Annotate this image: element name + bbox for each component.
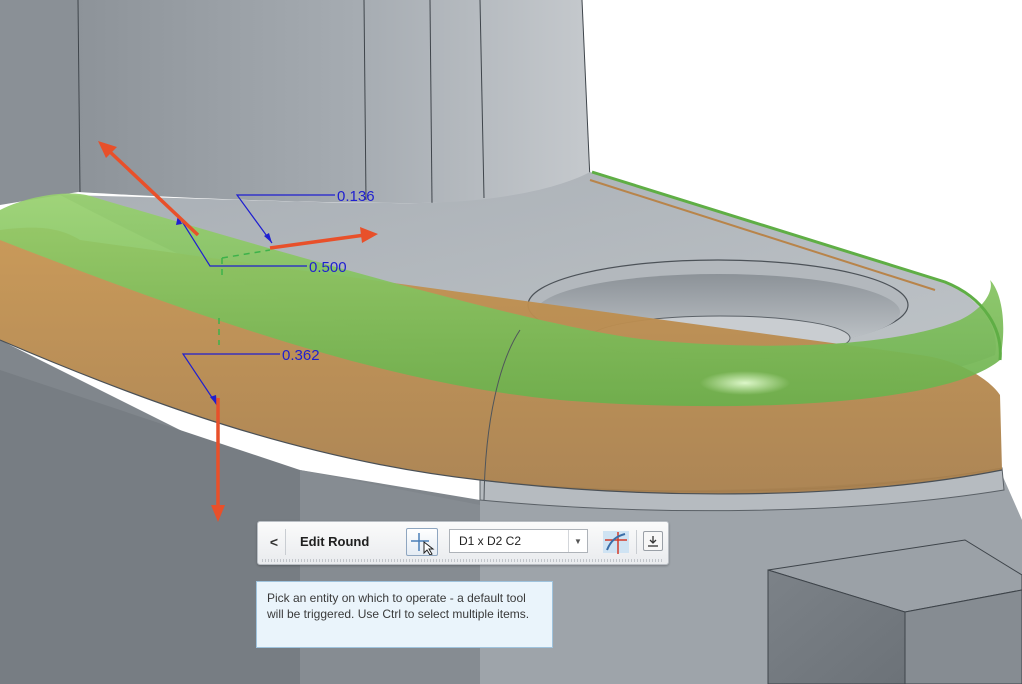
download-arrow-icon [648, 536, 658, 547]
dropdown-arrow-icon: ▼ [568, 530, 587, 552]
part-step-face [300, 470, 480, 684]
tower-cylinder [78, 0, 590, 203]
toolbar-grip[interactable] [262, 559, 664, 562]
round-transition-icon [603, 531, 629, 554]
dimension-d2-label[interactable]: 0.500 [309, 259, 347, 276]
toolbar-separator [636, 530, 637, 554]
expand-options-button[interactable] [643, 531, 663, 551]
round-highlight [700, 371, 790, 395]
back-button[interactable]: < [263, 529, 286, 555]
pick-cursor-icon [411, 533, 435, 556]
round-type-dropdown[interactable]: D1 x D2 C2 ▼ [449, 529, 588, 553]
round-type-value: D1 x D2 C2 [459, 534, 522, 548]
part-body-left [0, 0, 90, 205]
dimension-d1-label[interactable]: 0.136 [337, 188, 375, 205]
tooltip-text: Pick an entity on which to operate - a d… [267, 591, 530, 621]
dimension-d3-label[interactable]: 0.362 [282, 347, 320, 364]
toolbar-title: Edit Round [300, 534, 370, 549]
edit-round-mini-toolbar: < Edit Round D1 x D2 C2 ▼ [257, 521, 669, 565]
pick-entity-button[interactable] [406, 528, 438, 556]
round-transition-button[interactable] [601, 528, 631, 556]
pick-entity-tooltip: Pick an entity on which to operate - a d… [256, 581, 553, 648]
